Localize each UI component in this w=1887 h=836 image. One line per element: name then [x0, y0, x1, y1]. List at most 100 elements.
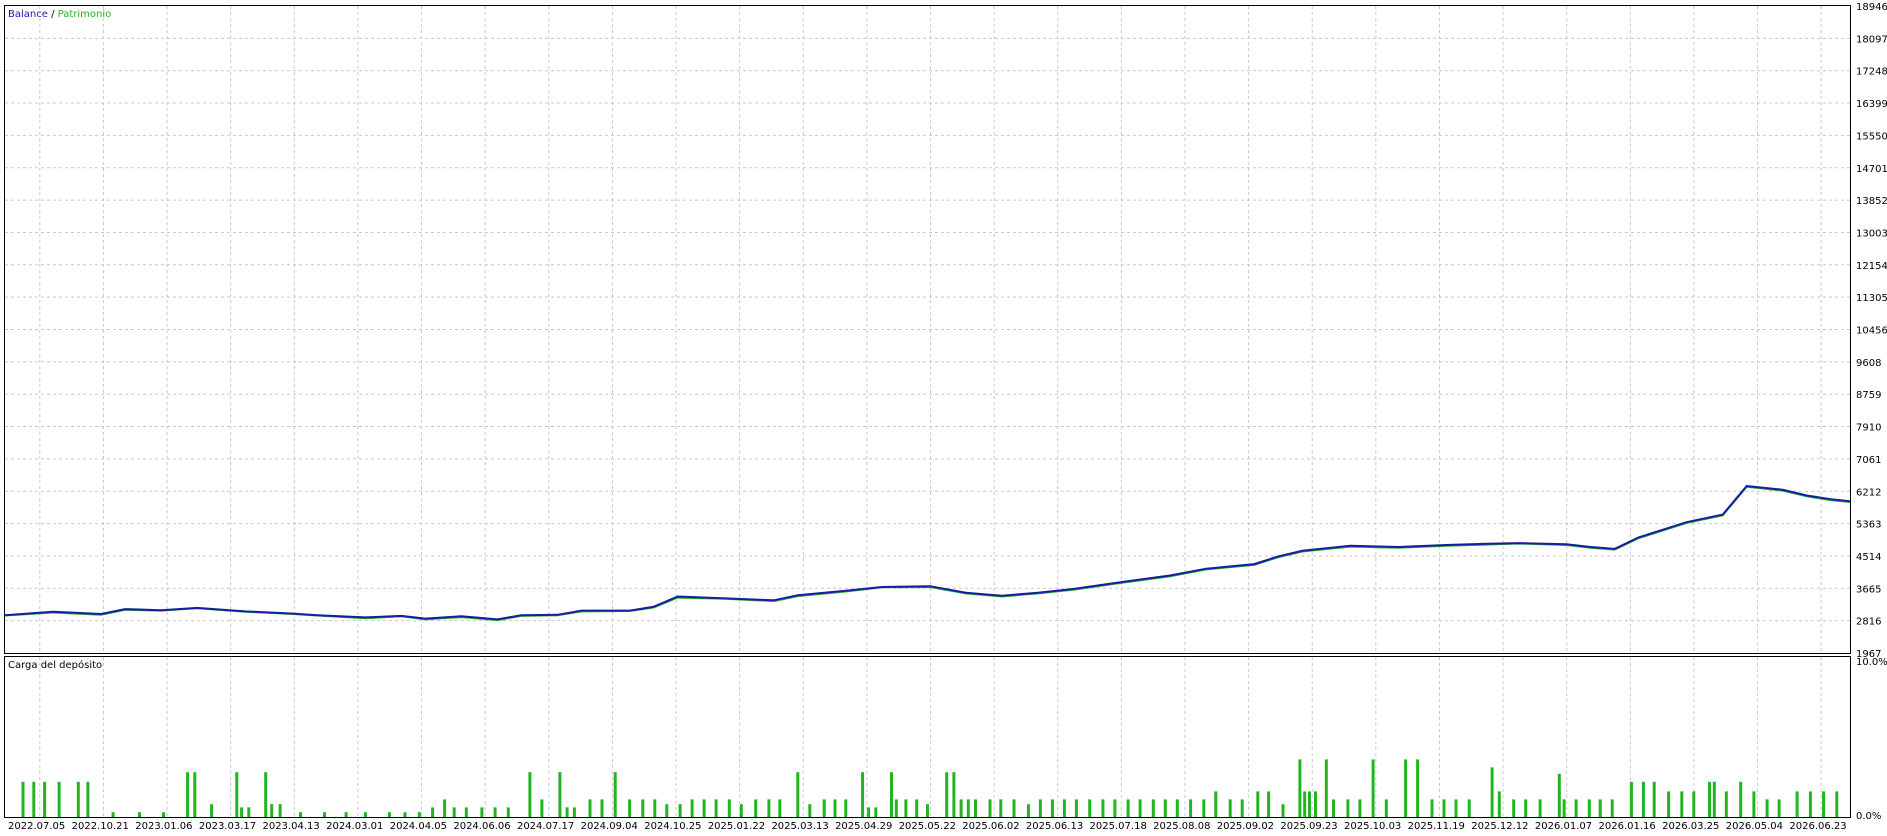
equity-chart-window: 18946 18097 17248 16399 15550 14701 13852 13003… [0, 0, 1887, 832]
deposit-panel-title: Carga del depósito [8, 659, 102, 671]
deposit-bar [540, 799, 544, 817]
deposit-bar [452, 807, 456, 817]
deposit-bar [1175, 799, 1179, 817]
deposit-bar [1557, 773, 1561, 817]
y-tick-label: 8759 [1856, 390, 1881, 401]
deposit-bar [32, 781, 36, 817]
deposit-bar [1324, 759, 1328, 817]
main-y-axis: 18946 18097 17248 16399 15550 14701 13852 13003… [1856, 2, 1887, 660]
deposit-bar [464, 807, 468, 817]
x-tick-label: 2025.07.18 [1090, 821, 1147, 832]
deposit-bar [1512, 799, 1516, 817]
deposit-bar [894, 799, 898, 817]
deposit-bar [1228, 799, 1232, 817]
deposit-bar [600, 799, 604, 817]
deposit-bar [974, 799, 977, 817]
deposit-bar [867, 807, 871, 817]
deposit-bar [702, 799, 706, 817]
deposit-bar [528, 772, 532, 817]
deposit-bar [945, 772, 949, 817]
deposit-bar [952, 772, 956, 817]
deposit-bar [1012, 799, 1016, 817]
deposit-bar [665, 804, 669, 817]
deposit-bar [1138, 799, 1142, 817]
deposit-bar [714, 799, 718, 817]
y-tick-label: 12154 [1856, 261, 1887, 272]
x-tick-label: 2024.04.05 [390, 821, 447, 832]
deposit-bar [1062, 799, 1066, 817]
x-tick-label: 2026.03.25 [1662, 821, 1719, 832]
deposit-bar [1641, 781, 1645, 817]
deposit-bar [1777, 799, 1781, 817]
deposit-bar [565, 807, 569, 817]
deposit-bar [506, 807, 510, 817]
deposit-bar [739, 804, 743, 817]
deposit-bar [363, 812, 367, 817]
main-grid [5, 6, 1850, 653]
deposit-bar [493, 807, 497, 817]
deposit-bar [1384, 799, 1388, 817]
deposit-bar [988, 799, 992, 817]
deposit-bar [240, 807, 244, 817]
deposit-bar [1739, 781, 1743, 817]
y-tick-label: 6212 [1856, 487, 1881, 498]
deposit-bar [1416, 759, 1420, 817]
y-tick-label: 4514 [1856, 552, 1881, 563]
deposit-bar [558, 772, 562, 817]
deposit-bar [808, 804, 812, 817]
deposit-bar [1404, 759, 1408, 817]
deposit-bar [43, 781, 47, 817]
deposit-bar [162, 812, 166, 817]
deposit-bar [278, 804, 282, 817]
x-tick-label: 2025.12.12 [1471, 821, 1528, 832]
x-tick-label: 2024.03.01 [326, 821, 383, 832]
x-tick-label: 2025.05.22 [899, 821, 956, 832]
deposit-bar [572, 807, 576, 817]
deposit-bar [1467, 799, 1471, 817]
deposit-bar [690, 799, 694, 817]
deposit-bar [235, 772, 239, 817]
deposit-bar [1752, 791, 1756, 817]
deposit-bar [1562, 799, 1566, 817]
deposit-bar [1267, 791, 1271, 817]
deposit-bar [1303, 791, 1307, 817]
deposit-bar [1298, 759, 1302, 817]
deposit-bar [926, 804, 929, 817]
chart-canvas: 18946 18097 17248 16399 15550 14701 13852 13003… [4, 2, 1887, 832]
deposit-bar [247, 807, 251, 817]
x-tick-label: 2025.06.02 [962, 821, 1019, 832]
x-tick-label: 2026.06.23 [1789, 821, 1846, 832]
deposit-bar [778, 799, 782, 817]
deposit-bar [874, 807, 878, 817]
x-tick-label: 2025.08.08 [1153, 821, 1210, 832]
deposit-bar [1765, 799, 1769, 817]
deposit-plot-frame [4, 656, 1851, 818]
deposit-bar [1050, 799, 1054, 817]
x-tick-label: 2024.06.06 [453, 821, 510, 832]
deposit-bar [1256, 791, 1260, 817]
deposit-bar [1308, 791, 1311, 817]
deposit-bar [1692, 791, 1696, 817]
deposit-bar [1524, 799, 1528, 817]
deposit-bar [613, 772, 617, 817]
deposit-bar [86, 781, 90, 817]
deposit-bar [904, 799, 908, 817]
x-tick-label: 2025.11.19 [1408, 821, 1465, 832]
deposit-bar [861, 772, 865, 817]
x-tick-label: 2026.01.16 [1599, 821, 1656, 832]
x-tick-label: 2025.10.03 [1344, 821, 1401, 832]
legend-equity: Patrimonio [58, 9, 112, 20]
deposit-bottom-label: 0.0% [1856, 811, 1881, 822]
deposit-bar [959, 799, 963, 817]
y-tick-label: 3665 [1856, 584, 1881, 595]
y-tick-label: 14701 [1856, 164, 1887, 175]
deposit-bar [344, 812, 348, 817]
deposit-bar [403, 812, 407, 817]
y-tick-label: 18946 [1856, 2, 1887, 13]
deposit-bar [1371, 759, 1375, 817]
deposit-top-label: 10.0% [1856, 657, 1887, 668]
deposit-bar [1113, 799, 1117, 817]
legend-balance: Balance [8, 9, 48, 20]
x-tick-label: 2026.05.04 [1726, 821, 1783, 832]
x-tick-label: 2025.06.13 [1026, 821, 1083, 832]
